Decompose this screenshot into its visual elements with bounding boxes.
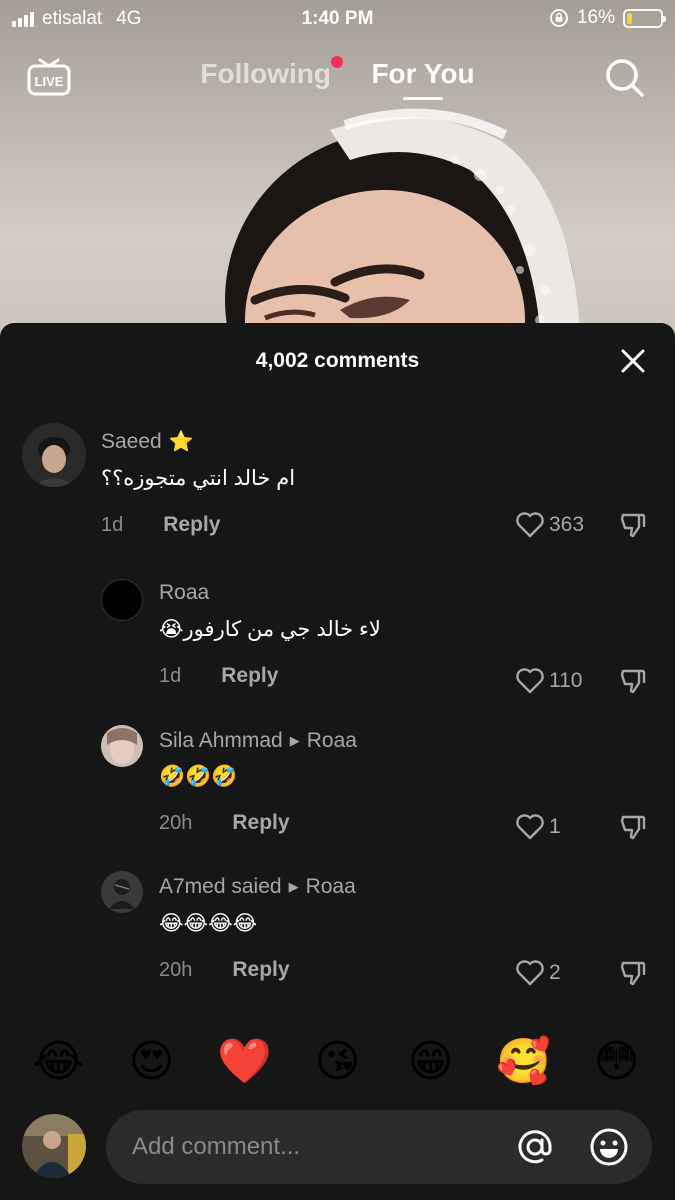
comment-time: 20h [159, 811, 193, 834]
battery-icon [623, 8, 666, 28]
my-avatar [22, 1114, 86, 1178]
heart-icon [516, 960, 544, 986]
avatar[interactable] [101, 725, 143, 767]
comment-text: لاء خالد جي من كارفور😭 [159, 618, 381, 641]
battery-percent: 16% [576, 7, 615, 28]
search-icon[interactable] [603, 56, 647, 100]
reply-item: Sila Ahmmad ▶ Roaa 🤣🤣🤣 20h Reply 1 [0, 723, 675, 863]
author-name: Sila Ahmmad [159, 729, 283, 752]
video-image [225, 108, 580, 340]
comment-author[interactable]: Sila Ahmmad ▶ Roaa [159, 729, 357, 753]
reply-item: Roaa لاء خالد جي من كارفور😭 1d Reply 110 [0, 575, 675, 715]
dislike-icon[interactable] [619, 667, 647, 695]
emoji-flushed-button[interactable]: 😳 [587, 1036, 647, 1087]
avatar[interactable] [101, 871, 143, 913]
tab-for-you-label: For You [371, 58, 475, 89]
comments-count: 4,002 comments [255, 349, 420, 372]
comment-text: 🤣🤣🤣 [159, 765, 238, 788]
star-badge-icon: ⭐ [168, 431, 194, 453]
reply-to-name[interactable]: Roaa [306, 875, 356, 899]
like-button[interactable]: 110 [515, 667, 605, 695]
like-button[interactable]: 363 [515, 511, 605, 539]
reply-button[interactable]: Reply [232, 811, 289, 835]
emoji-kiss-button[interactable]: 😘 [308, 1036, 368, 1087]
tab-following[interactable]: Following [200, 56, 343, 90]
emoji-hearts-face-button[interactable]: 🥰 [494, 1035, 554, 1087]
comment-input[interactable] [132, 1110, 502, 1184]
comment-composer [0, 1106, 675, 1186]
like-count: 363 [549, 513, 585, 536]
reply-button[interactable]: Reply [163, 513, 220, 537]
emoji-heart-eyes-button[interactable]: 😍 [122, 1036, 182, 1087]
heart-icon [516, 668, 544, 694]
dislike-icon[interactable] [619, 959, 647, 987]
close-icon[interactable] [619, 347, 647, 375]
tab-following-label: Following [200, 58, 331, 89]
reply-button[interactable]: Reply [221, 664, 278, 688]
quick-emoji-bar: 😂 😍 ❤️ 😘 😁 🥰 😳 [0, 1033, 675, 1089]
dislike-icon[interactable] [619, 813, 647, 841]
like-count: 110 [549, 669, 583, 692]
reply-to-name[interactable]: Roaa [307, 729, 357, 753]
tiktok-screen: etisalat 4G 1:40 PM 16% LIVE Following F… [0, 0, 675, 1200]
active-tab-indicator [403, 97, 444, 100]
video-frame[interactable] [0, 0, 675, 340]
like-count: 2 [549, 961, 561, 984]
like-button[interactable]: 1 [515, 813, 605, 841]
at-icon[interactable] [514, 1126, 556, 1168]
battery-level [627, 12, 632, 24]
comment-text: 😂😂😂😂 [159, 912, 258, 935]
reply-item: A7med saied ▶ Roaa 😂😂😂😂 20h Reply 2 [0, 869, 675, 1009]
emoji-heart-button[interactable]: ❤️ [215, 1035, 275, 1087]
author-name: Roaa [159, 581, 210, 604]
avatar[interactable] [22, 423, 86, 487]
orientation-lock-icon [550, 9, 568, 27]
reply-arrow-icon: ▶ [289, 733, 300, 748]
author-name: Saeed [101, 429, 162, 453]
comment-author[interactable]: Saeed ⭐ [101, 429, 295, 454]
emoji-laugh-button[interactable]: 😂 [29, 1036, 89, 1087]
heart-icon [516, 512, 544, 538]
comment-input-wrapper [106, 1110, 652, 1184]
comment-time: 20h [159, 958, 193, 981]
comment-item: Saeed ⭐ ام خالد انتي متجوزه؟؟ 1d Reply 3… [0, 419, 675, 559]
comment-time: 1d [159, 664, 182, 687]
top-nav: LIVE Following For You [0, 52, 675, 102]
reply-button[interactable]: Reply [232, 958, 289, 982]
avatar[interactable] [101, 579, 143, 621]
comment-text: ام خالد انتي متجوزه؟؟ [101, 467, 296, 490]
emoji-grin-button[interactable]: 😁 [401, 1036, 461, 1087]
reply-arrow-icon: ▶ [288, 879, 299, 894]
like-count: 1 [549, 815, 561, 838]
comment-author[interactable]: A7med saied ▶ Roaa [159, 875, 356, 899]
notification-dot [331, 56, 343, 68]
comment-author[interactable]: Roaa [159, 581, 381, 605]
author-name: A7med saied [159, 875, 282, 898]
tab-for-you[interactable]: For You [371, 58, 475, 100]
status-bar: etisalat 4G 1:40 PM 16% [0, 0, 675, 40]
emoji-icon[interactable] [588, 1126, 630, 1168]
like-button[interactable]: 2 [515, 959, 605, 987]
heart-icon [516, 814, 544, 840]
dislike-icon[interactable] [619, 511, 647, 539]
comment-time: 1d [101, 513, 124, 536]
